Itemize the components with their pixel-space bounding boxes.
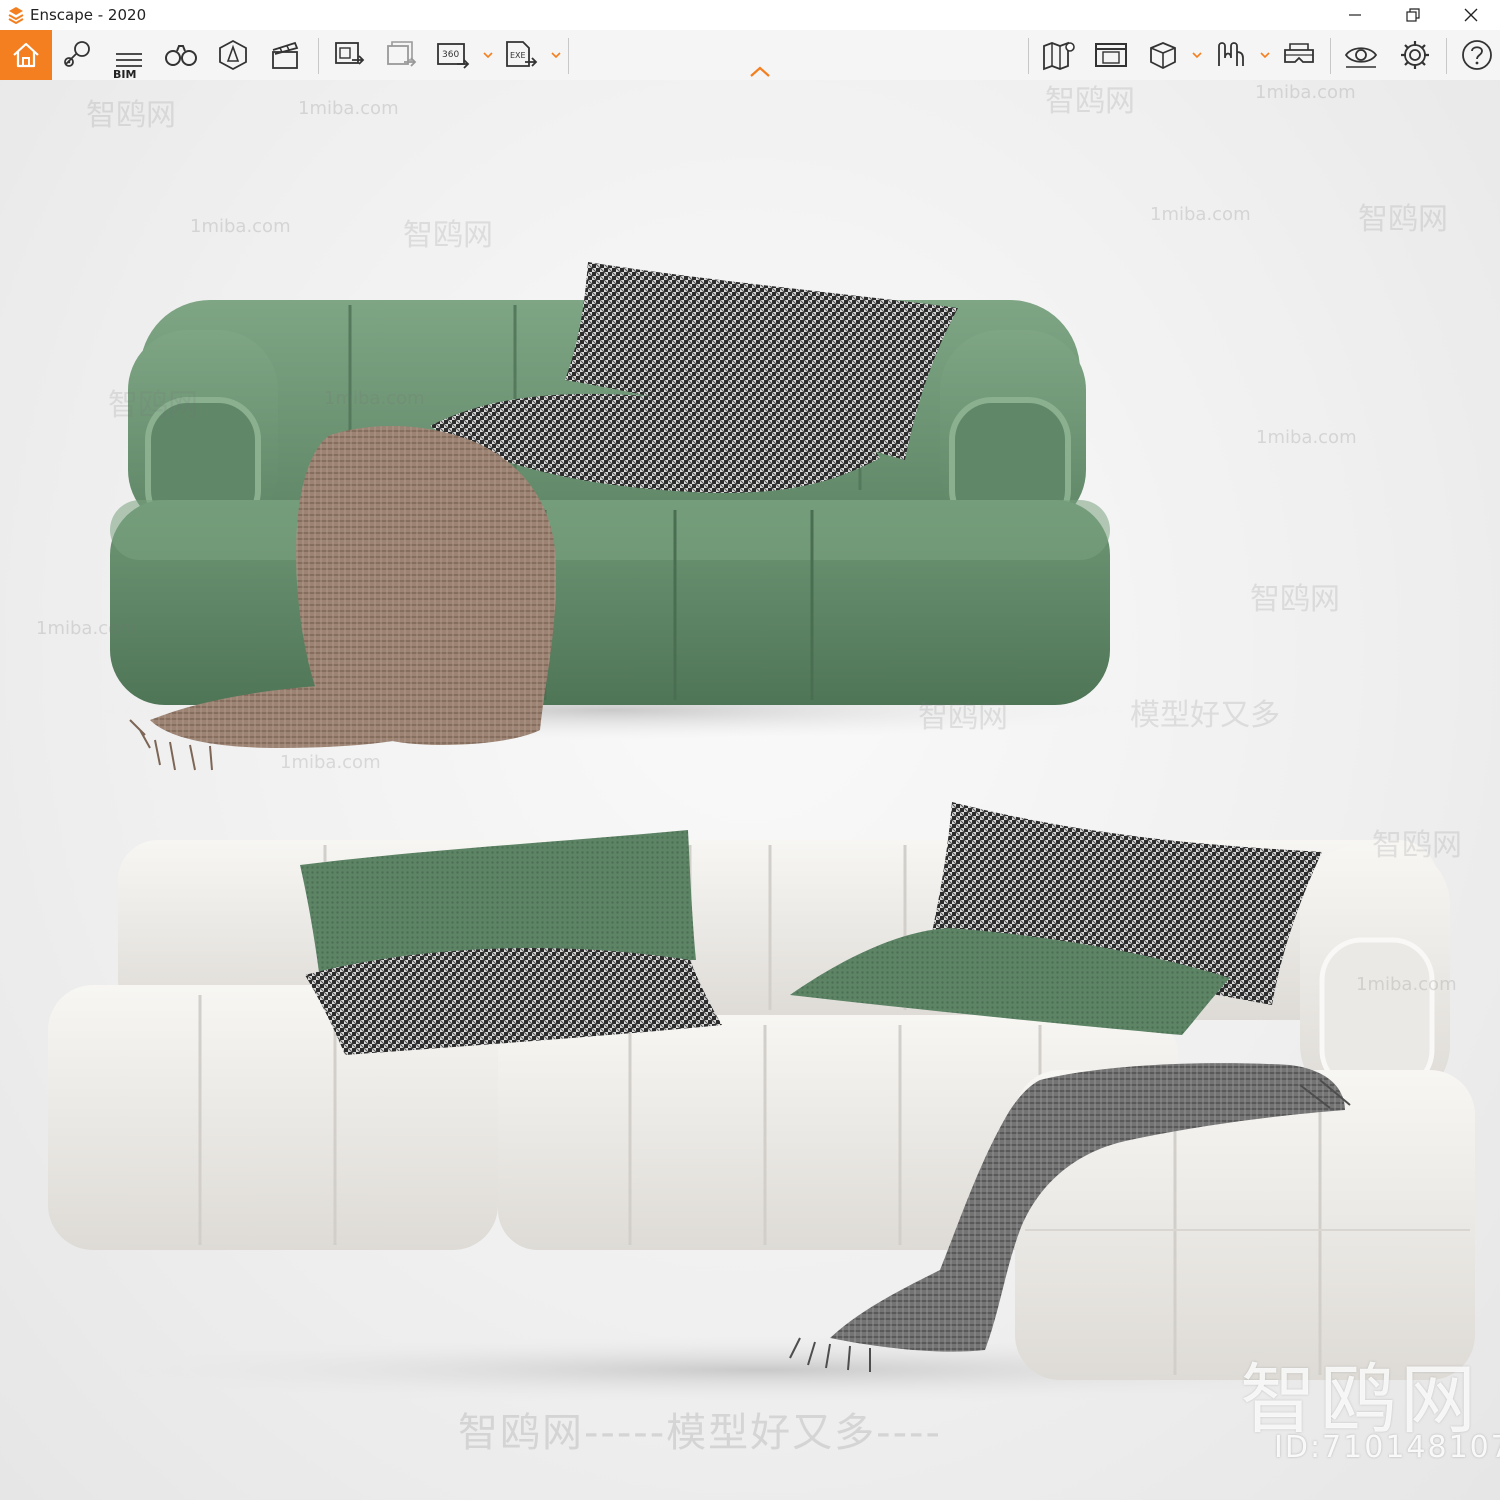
panorama-button[interactable]: 360 xyxy=(434,37,472,73)
panorama-dropdown[interactable] xyxy=(483,50,493,60)
watermark-site: 1miba.com xyxy=(1256,427,1357,448)
watermark-site: 1miba.com xyxy=(1150,204,1251,225)
export-dropdown[interactable] xyxy=(551,50,561,60)
map-button[interactable] xyxy=(1040,37,1078,73)
white-sofa xyxy=(40,802,1480,1404)
watermark-brand: 智鸥网 xyxy=(918,700,1008,735)
window-title: Enscape - 2020 xyxy=(30,6,147,24)
batch-render-icon xyxy=(387,41,417,67)
map-icon xyxy=(1043,41,1075,71)
visual-settings-icon xyxy=(1344,47,1378,68)
assets-button[interactable] xyxy=(214,37,252,73)
cube-view-button[interactable] xyxy=(1144,37,1182,73)
restore-icon xyxy=(1406,8,1420,22)
watermark-brand: 智鸥网 xyxy=(86,98,176,133)
chevron-down-icon xyxy=(1260,52,1270,59)
screenshot-button[interactable] xyxy=(330,37,368,73)
watermark-site: 1miba.com xyxy=(298,98,399,119)
watermark-brand: 智鸥网 xyxy=(108,388,198,423)
watermark-brand: 智鸥网 xyxy=(1250,582,1340,617)
screenshot-icon xyxy=(335,42,365,65)
watermark-brand: 智鸥网 xyxy=(1045,84,1135,119)
collapse-chevron-icon xyxy=(750,66,770,77)
bim-icon xyxy=(116,53,142,67)
export-exe-icon: EXE xyxy=(506,41,538,67)
help-icon xyxy=(1462,40,1492,70)
home-button[interactable] xyxy=(0,30,52,80)
scene-render xyxy=(40,262,1480,1404)
watermark-brand: 智鸥网 xyxy=(1372,828,1462,863)
visual-settings-button[interactable] xyxy=(1342,37,1380,73)
export-exe-button[interactable]: EXE xyxy=(502,37,540,73)
main-toolbar: BIM 360 EXE xyxy=(0,30,1500,81)
svg-text:EXE: EXE xyxy=(510,51,526,60)
walk-mode-button[interactable] xyxy=(162,37,200,73)
cube-view-dropdown[interactable] xyxy=(1192,50,1202,60)
watermark-site: 1miba.com xyxy=(280,752,381,773)
binoculars-icon xyxy=(165,45,197,66)
watermark-site: 1miba.com xyxy=(190,216,291,237)
home-icon xyxy=(13,42,39,68)
bim-button[interactable] xyxy=(110,37,148,73)
close-icon xyxy=(1464,8,1478,22)
panorama-360-icon: 360 xyxy=(437,43,470,69)
window-controls xyxy=(1326,0,1500,30)
watermark-footer: 智鸥网-----模型好又多---- xyxy=(458,1410,942,1456)
render-window-button[interactable] xyxy=(1092,37,1130,73)
chevron-down-icon xyxy=(1192,52,1202,59)
watermark-id: ID:710148107 xyxy=(1274,1430,1500,1465)
vr-headset-icon xyxy=(1284,43,1314,63)
chevron-down-icon xyxy=(551,52,561,59)
toolbar-separator xyxy=(318,38,319,74)
render-window-icon xyxy=(1095,43,1127,67)
settings-button[interactable] xyxy=(1396,37,1434,73)
video-editor-button[interactable] xyxy=(266,37,304,73)
toolbar-separator xyxy=(1330,38,1331,74)
watermark-site: 1miba.com xyxy=(324,388,425,409)
help-button[interactable] xyxy=(1458,37,1496,73)
chevron-down-icon xyxy=(483,52,493,59)
cube-view-icon xyxy=(1150,42,1176,70)
watermark-brand: 智鸥网 xyxy=(403,218,493,253)
views-icon xyxy=(64,41,90,67)
assets-icon xyxy=(219,39,247,71)
watermark-slogan: 模型好又多 xyxy=(1130,698,1280,733)
watermark-site: 1miba.com xyxy=(1356,974,1457,995)
render-viewport[interactable]: 1miba.com 智鸥网 智鸥网 1miba.com 1miba.com 智鸥… xyxy=(0,80,1500,1500)
views-button[interactable] xyxy=(58,37,96,73)
watermark-brand: 智鸥网 xyxy=(1358,202,1448,237)
restore-button[interactable] xyxy=(1384,0,1442,30)
title-bar: Enscape - 2020 xyxy=(0,0,1500,30)
enscape-logo-icon xyxy=(6,5,26,25)
settings-gear-icon xyxy=(1401,41,1429,69)
material-editor-button[interactable] xyxy=(1212,37,1250,73)
batch-render-button[interactable] xyxy=(382,37,420,73)
watermark-site: 1miba.com xyxy=(36,618,137,639)
watermark-site: 1miba.com xyxy=(1255,82,1356,103)
vr-headset-button[interactable] xyxy=(1280,37,1318,73)
toolbar-separator xyxy=(1446,38,1447,74)
toolbar-separator xyxy=(1028,38,1029,74)
svg-text:360: 360 xyxy=(442,50,459,60)
minimize-icon xyxy=(1349,14,1361,16)
close-button[interactable] xyxy=(1442,0,1500,30)
collapse-toolbar-button[interactable] xyxy=(748,64,772,78)
material-editor-icon xyxy=(1218,42,1244,66)
material-dropdown[interactable] xyxy=(1260,50,1270,60)
minimize-button[interactable] xyxy=(1326,0,1384,30)
toolbar-separator xyxy=(568,38,569,74)
video-editor-icon xyxy=(272,41,299,69)
